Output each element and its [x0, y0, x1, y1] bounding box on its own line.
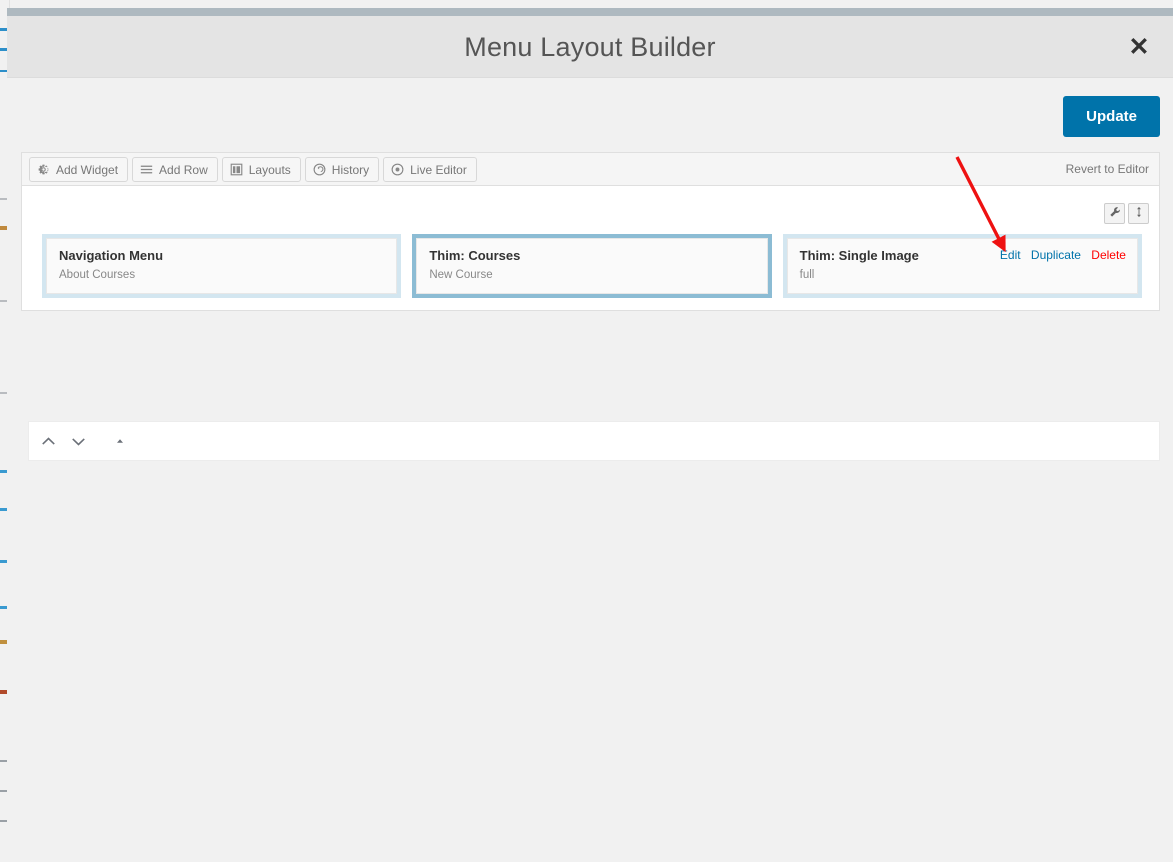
update-button[interactable]: Update — [1063, 96, 1160, 137]
cell-1[interactable]: Navigation Menu About Courses — [42, 234, 402, 298]
collapse-triangle-icon[interactable] — [110, 431, 130, 451]
revert-to-editor-link[interactable]: Revert to Editor — [1066, 162, 1149, 176]
live-editor-label: Live Editor — [410, 162, 467, 177]
history-label: History — [331, 162, 370, 177]
widget-title: Thim: Courses — [429, 248, 521, 263]
move-vertical-icon — [1133, 205, 1145, 223]
row-settings-button[interactable] — [1104, 203, 1125, 224]
page-builder: Add Widget Add Row Layouts History Live … — [21, 152, 1160, 311]
history-button[interactable]: History — [304, 157, 380, 182]
move-down-chevron-icon[interactable] — [68, 431, 88, 451]
modal-header: Menu Layout Builder ✕ — [7, 16, 1173, 78]
bottom-bar — [28, 421, 1160, 461]
row-cells: Navigation Menu About Courses Thim: Cour… — [42, 234, 1142, 298]
builder-toolbar-buttons: Add Widget Add Row Layouts History Live … — [29, 157, 477, 182]
layouts-grid-icon — [230, 163, 243, 176]
widget-subtitle: full — [799, 269, 815, 281]
duplicate-link[interactable]: Duplicate — [1031, 248, 1081, 262]
update-row: Update — [7, 96, 1173, 146]
gear-icon — [37, 163, 50, 176]
add-row-button[interactable]: Add Row — [132, 157, 218, 182]
cell-2[interactable]: Thim: Courses New Course — [412, 234, 772, 298]
row-controls — [1104, 203, 1149, 224]
hamburger-icon — [140, 163, 153, 176]
add-widget-label: Add Widget — [56, 162, 119, 177]
window-top-edge — [7, 8, 1173, 16]
widget-title: Navigation Menu — [59, 248, 164, 263]
builder-row: Navigation Menu About Courses Thim: Cour… — [21, 185, 1160, 311]
widget-navigation-menu[interactable]: Navigation Menu About Courses — [46, 238, 398, 294]
widget-thim-courses[interactable]: Thim: Courses New Course — [416, 238, 768, 294]
widget-subtitle: New Course — [429, 269, 493, 281]
edit-link[interactable]: Edit — [1000, 248, 1021, 262]
wrench-icon — [1109, 205, 1121, 223]
add-row-label: Add Row — [159, 162, 208, 177]
eye-target-icon — [391, 163, 404, 176]
modal-body: Update Add Widget Add Row Layouts Histor… — [7, 79, 1173, 862]
history-undo-icon — [313, 163, 326, 176]
layouts-label: Layouts — [248, 162, 291, 177]
add-widget-button[interactable]: Add Widget — [29, 157, 129, 182]
live-editor-button[interactable]: Live Editor — [383, 157, 477, 182]
row-move-button[interactable] — [1128, 203, 1149, 224]
builder-toolbar: Add Widget Add Row Layouts History Live … — [21, 152, 1160, 185]
layouts-button[interactable]: Layouts — [221, 157, 301, 182]
widget-subtitle: About Courses — [59, 269, 136, 281]
page-title: Menu Layout Builder — [464, 32, 716, 62]
move-up-chevron-icon[interactable] — [38, 431, 58, 451]
bottom-bar-controls — [38, 422, 130, 460]
cell-3[interactable]: Thim: Single Image full Edit Duplicate D… — [782, 234, 1142, 298]
widget-actions: Edit Duplicate Delete — [993, 248, 1126, 262]
widget-thim-single-image[interactable]: Thim: Single Image full Edit Duplicate D… — [786, 238, 1138, 294]
delete-link[interactable]: Delete — [1091, 248, 1126, 262]
close-icon[interactable]: ✕ — [1119, 27, 1159, 67]
menu-layout-builder-modal: Menu Layout Builder ✕ Update Add Widget … — [7, 8, 1173, 862]
